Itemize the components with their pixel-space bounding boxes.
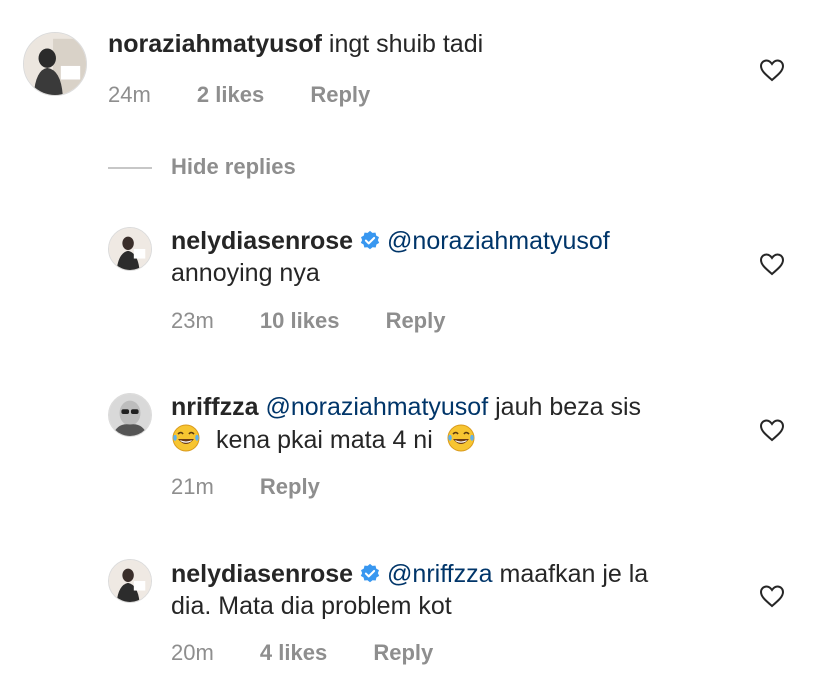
mention-link[interactable]: @noraziahmatyusof: [265, 393, 488, 421]
reply-text: kena pkai mata 4 ni: [215, 426, 433, 454]
username-link[interactable]: nelydiasenrose: [171, 560, 353, 588]
mention-link[interactable]: @noraziahmatyusof: [387, 227, 610, 255]
hide-replies-button[interactable]: Hide replies: [171, 152, 296, 182]
reply-text-line: nelydiasenrose @noraziahmatyusof: [171, 225, 610, 257]
profile-photo-icon: [109, 394, 151, 436]
reply-button[interactable]: Reply: [373, 640, 433, 665]
avatar[interactable]: [108, 559, 152, 603]
reply-meta: 20m 4 likes Reply: [171, 639, 473, 667]
profile-photo-icon: [24, 33, 86, 95]
timestamp: 24m: [108, 82, 151, 107]
reply-text-line: nriffzza @noraziahmatyusof jauh beza sis: [171, 391, 641, 423]
profile-photo-icon: [109, 560, 151, 602]
avatar[interactable]: [108, 393, 152, 437]
verified-badge-icon: [360, 230, 380, 250]
comment-text-line: noraziahmatyusof ingt shuib tadi: [108, 28, 483, 60]
like-heart-icon[interactable]: [759, 252, 785, 276]
timestamp: 23m: [171, 308, 214, 333]
reply-meta: 21m Reply: [171, 473, 360, 501]
likes-count-button[interactable]: 10 likes: [260, 308, 340, 333]
username-link[interactable]: nelydiasenrose: [171, 227, 353, 255]
reply-text-line: nelydiasenrose @nriffzza maafkan je la: [171, 558, 648, 590]
reply-text-line-2: kena pkai mata 4 ni: [171, 423, 476, 456]
comment-meta: 24m 2 likes Reply: [108, 81, 410, 109]
divider: [108, 167, 152, 169]
tears-of-joy-emoji-icon: [447, 424, 475, 452]
timestamp: 20m: [171, 640, 214, 665]
likes-count-button[interactable]: 4 likes: [260, 640, 327, 665]
reply-text-line-2: annoying nya: [171, 257, 320, 289]
reply-button[interactable]: Reply: [260, 474, 320, 499]
username-link[interactable]: nriffzza: [171, 393, 259, 421]
reply-meta: 23m 10 likes Reply: [171, 307, 485, 335]
mention-link[interactable]: @nriffzza: [387, 560, 493, 588]
reply-text: annoying nya: [171, 259, 320, 287]
reply-text: maafkan je la: [499, 560, 649, 588]
reply-button[interactable]: Reply: [310, 82, 370, 107]
avatar[interactable]: [108, 227, 152, 271]
likes-count-button[interactable]: 2 likes: [197, 82, 264, 107]
reply-text: dia. Mata dia problem kot: [171, 592, 452, 620]
reply-text-line-2: dia. Mata dia problem kot: [171, 590, 452, 622]
timestamp: 21m: [171, 474, 214, 499]
profile-photo-icon: [109, 228, 151, 270]
reply-text: jauh beza sis: [495, 393, 642, 421]
tears-of-joy-emoji-icon: [172, 424, 200, 452]
like-heart-icon[interactable]: [759, 58, 785, 82]
like-heart-icon[interactable]: [759, 418, 785, 442]
like-heart-icon[interactable]: [759, 584, 785, 608]
comment-text: ingt shuib tadi: [328, 30, 484, 58]
reply-button[interactable]: Reply: [386, 308, 446, 333]
avatar[interactable]: [23, 32, 87, 96]
username-link[interactable]: noraziahmatyusof: [108, 30, 322, 58]
verified-badge-icon: [360, 563, 380, 583]
